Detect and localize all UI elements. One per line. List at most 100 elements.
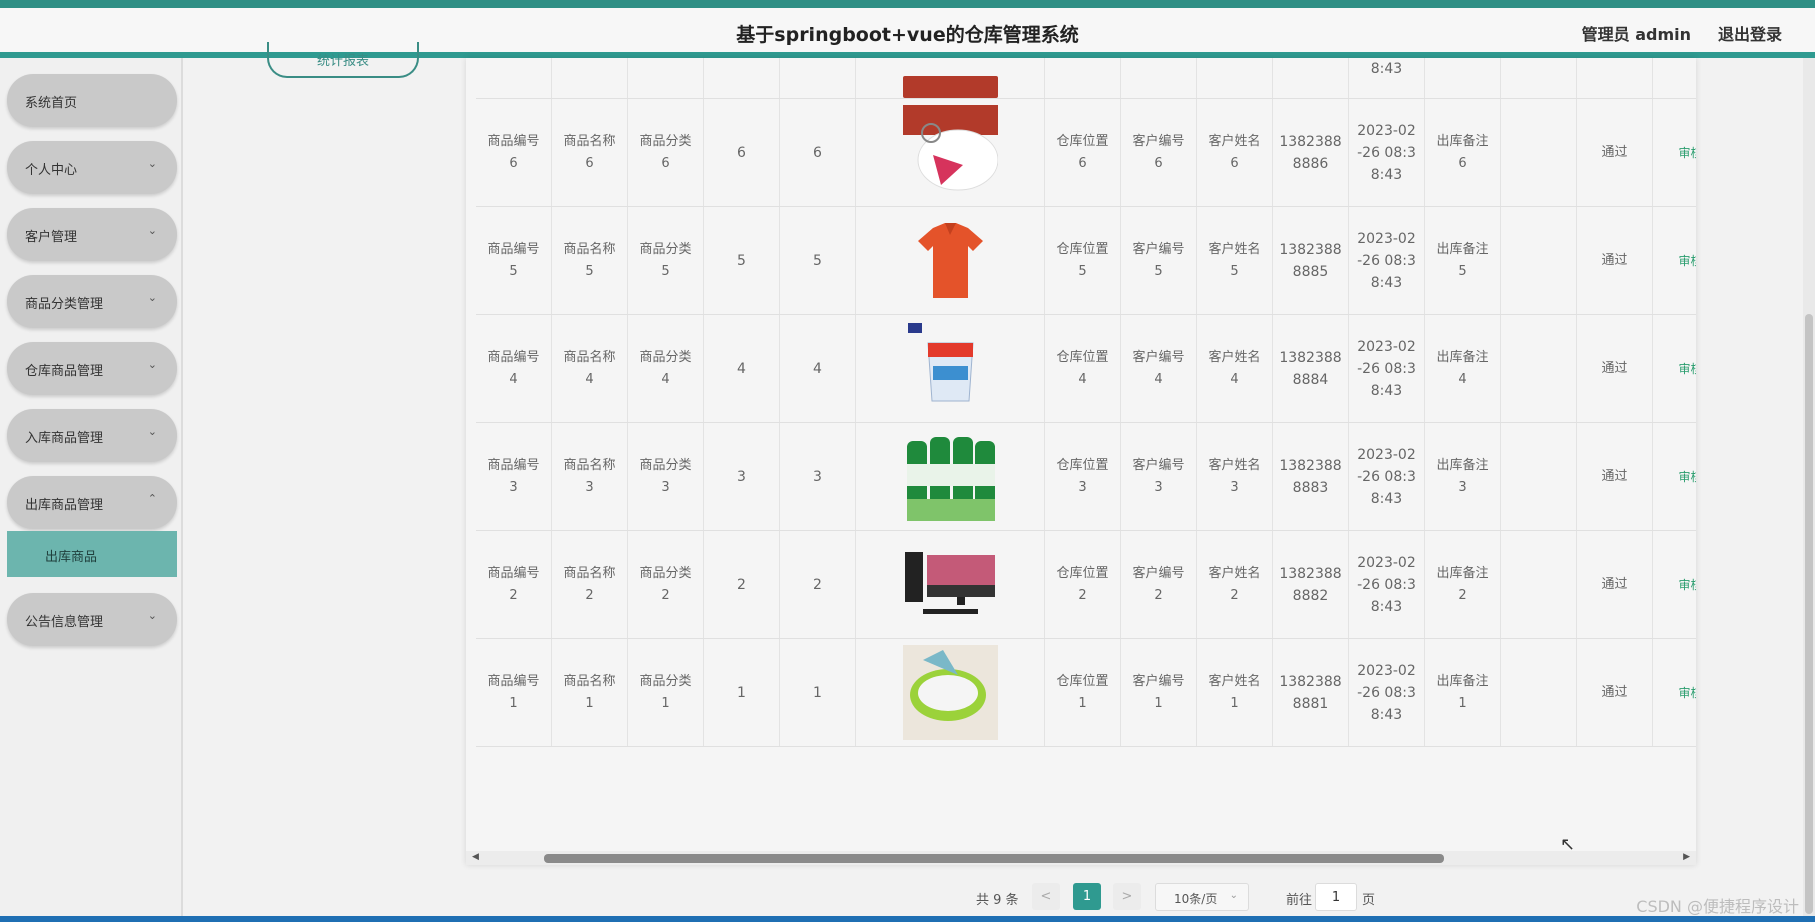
cell-cname: 客户姓名 4 — [1197, 315, 1273, 422]
prev-page-button[interactable]: < — [1032, 883, 1060, 910]
cell-cname-line: 4 — [1230, 371, 1239, 387]
cell-loc-line: 2 — [1078, 587, 1087, 603]
stats-report-button[interactable]: 统计报表 — [267, 42, 419, 78]
mouse-cursor-icon: ↖ — [1560, 834, 1576, 855]
sidebar-item-label: 系统首页 — [25, 96, 78, 111]
sidebar-item-inbound-goods[interactable]: 入库商品管理 ⌄ — [7, 409, 177, 462]
horizontal-scrollbar[interactable]: ◀ ▶ — [466, 851, 1696, 865]
cell-cat-line: 商品分类 — [639, 565, 692, 581]
cell-time: 2023-02 -26 08:3 8:43 — [1349, 315, 1425, 422]
cell-phone-line: 1382388 — [1279, 673, 1342, 690]
sidebar-item-customers[interactable]: 客户管理 ⌄ — [7, 208, 177, 261]
cell-name-line: 商品名称 — [563, 565, 616, 581]
audit-cell: 审核 — [1653, 207, 1696, 314]
scroll-left-icon[interactable]: ◀ — [472, 852, 479, 862]
cell-name: 商品名称 6 — [552, 99, 628, 206]
cell-a: 5 — [704, 207, 780, 314]
cell-phone: 1382388 8882 — [1273, 531, 1349, 638]
cell-time: 2023-02 -26 08:3 8:43 — [1349, 639, 1425, 746]
cell-name-line: 商品名称 — [563, 133, 616, 149]
cell-cust: 客户编号 1 — [1121, 639, 1197, 746]
vertical-scrollbar[interactable] — [1803, 58, 1815, 916]
next-page-button[interactable]: > — [1113, 883, 1141, 910]
cell-b: 4 — [780, 315, 856, 422]
vertical-scrollbar-thumb[interactable] — [1805, 314, 1813, 914]
cell-note-line: 出库备注 — [1436, 457, 1489, 473]
sidebar-subitem-outbound[interactable]: 出库商品 — [7, 531, 177, 577]
sidebar-item-categories[interactable]: 商品分类管理 ⌄ — [7, 275, 177, 328]
product-image-partial — [856, 58, 1045, 98]
audit-cell: 审核 — [1653, 315, 1696, 422]
cell-status: 通过 — [1577, 639, 1653, 746]
cell-name: 商品名称 2 — [552, 531, 628, 638]
cell-note: 出库备注 5 — [1425, 207, 1501, 314]
cell-loc: 仓库位置 5 — [1045, 207, 1121, 314]
cell-cname-line: 3 — [1230, 479, 1239, 495]
scrollbar-thumb[interactable] — [544, 854, 1444, 863]
cell-code: 商品编号 3 — [476, 423, 552, 530]
cell-cat: 商品分类 4 — [628, 315, 704, 422]
cell-loc-line: 仓库位置 — [1056, 349, 1109, 365]
cell-note: 出库备注 4 — [1425, 315, 1501, 422]
total-count: 共 9 条 — [976, 893, 1019, 908]
chevron-down-icon: ⌄ — [147, 358, 157, 371]
product-image — [856, 207, 1045, 314]
cell-note-line: 2 — [1458, 587, 1467, 603]
audit-link[interactable]: 审核 — [1678, 574, 1696, 596]
cell-cat: 商品分类 2 — [628, 531, 704, 638]
audit-link[interactable]: 审核 — [1678, 250, 1696, 272]
cell-phone: 1382388 8881 — [1273, 639, 1349, 746]
sidebar-item-outbound-goods[interactable]: 出库商品管理 ⌃ — [7, 476, 177, 529]
sidebar-item-home[interactable]: 系统首页 — [7, 74, 177, 127]
cell-loc: 仓库位置 4 — [1045, 315, 1121, 422]
cell-status: 通过 — [1577, 531, 1653, 638]
scroll-right-icon[interactable]: ▶ — [1683, 852, 1690, 862]
audit-cell: 审核 — [1653, 639, 1696, 746]
table-row: 商品编号 4 商品名称 4 商品分类 4 4 4 仓库位置 4 客户编号 4 客户姓名 4 1382388 8… — [476, 315, 1696, 423]
chevron-down-icon: ⌄ — [147, 224, 157, 237]
cell-cat: 商品分类 3 — [628, 423, 704, 530]
cell-cname: 客户姓名 2 — [1197, 531, 1273, 638]
cell-time-line: -26 08:3 — [1357, 144, 1416, 161]
product-image — [856, 531, 1045, 638]
cell-cname-line: 客户姓名 — [1208, 457, 1261, 473]
sidebar-item-announcements[interactable]: 公告信息管理 ⌄ — [7, 593, 177, 646]
audit-link[interactable]: 审核 — [1678, 358, 1696, 380]
audit-link[interactable]: 审核 — [1678, 466, 1696, 488]
cell-code-line: 商品编号 — [487, 241, 540, 257]
cell-loc-line: 1 — [1078, 695, 1087, 711]
table-row-partial: 8:43 — [476, 58, 1696, 99]
empty-cell — [1501, 423, 1577, 530]
top-accent-strip — [0, 0, 1815, 8]
cell-phone-line: 8884 — [1292, 371, 1329, 388]
audit-cell: 审核 — [1653, 531, 1696, 638]
sidebar-item-personal-center[interactable]: 个人中心 ⌄ — [7, 141, 177, 194]
sidebar-item-label: 商品分类管理 — [25, 297, 104, 312]
cell-cat-line: 商品分类 — [639, 241, 692, 257]
cell-name-line: 商品名称 — [563, 241, 616, 257]
audit-cell: 审核 — [1653, 423, 1696, 530]
cell-cname: 客户姓名 6 — [1197, 99, 1273, 206]
cell-time-line: 2023-02 — [1357, 122, 1416, 139]
product-image — [856, 423, 1045, 530]
cell-code-line: 商品编号 — [487, 673, 540, 689]
logout-button[interactable]: 退出登录 — [1718, 21, 1782, 45]
cell-cust: 客户编号 2 — [1121, 531, 1197, 638]
goto-page-input[interactable] — [1315, 883, 1357, 911]
sidebar-item-label: 公告信息管理 — [25, 615, 104, 630]
cell-a: 2 — [704, 531, 780, 638]
cell-note: 出库备注 2 — [1425, 531, 1501, 638]
page-size-select[interactable]: 10条/页 ⌄ — [1155, 883, 1249, 911]
page-1-button[interactable]: 1 — [1073, 883, 1101, 910]
audit-link[interactable]: 审核 — [1678, 682, 1696, 704]
cell-phone-line: 1382388 — [1279, 565, 1342, 582]
sidebar-item-warehouse-goods[interactable]: 仓库商品管理 ⌄ — [7, 342, 177, 395]
table-row: 商品编号 5 商品名称 5 商品分类 5 5 5 仓库位置 5 客户编号 5 客户姓名 5 1382388 8… — [476, 207, 1696, 315]
cell-cust: 客户编号 6 — [1121, 99, 1197, 206]
cell-cname-line: 1 — [1230, 695, 1239, 711]
audit-link[interactable]: 审核 — [1678, 142, 1696, 164]
cell-cust-line: 客户编号 — [1132, 133, 1185, 149]
cell-note-line: 出库备注 — [1436, 133, 1489, 149]
cell-cat-line: 商品分类 — [639, 349, 692, 365]
cell-code: 商品编号 6 — [476, 99, 552, 206]
